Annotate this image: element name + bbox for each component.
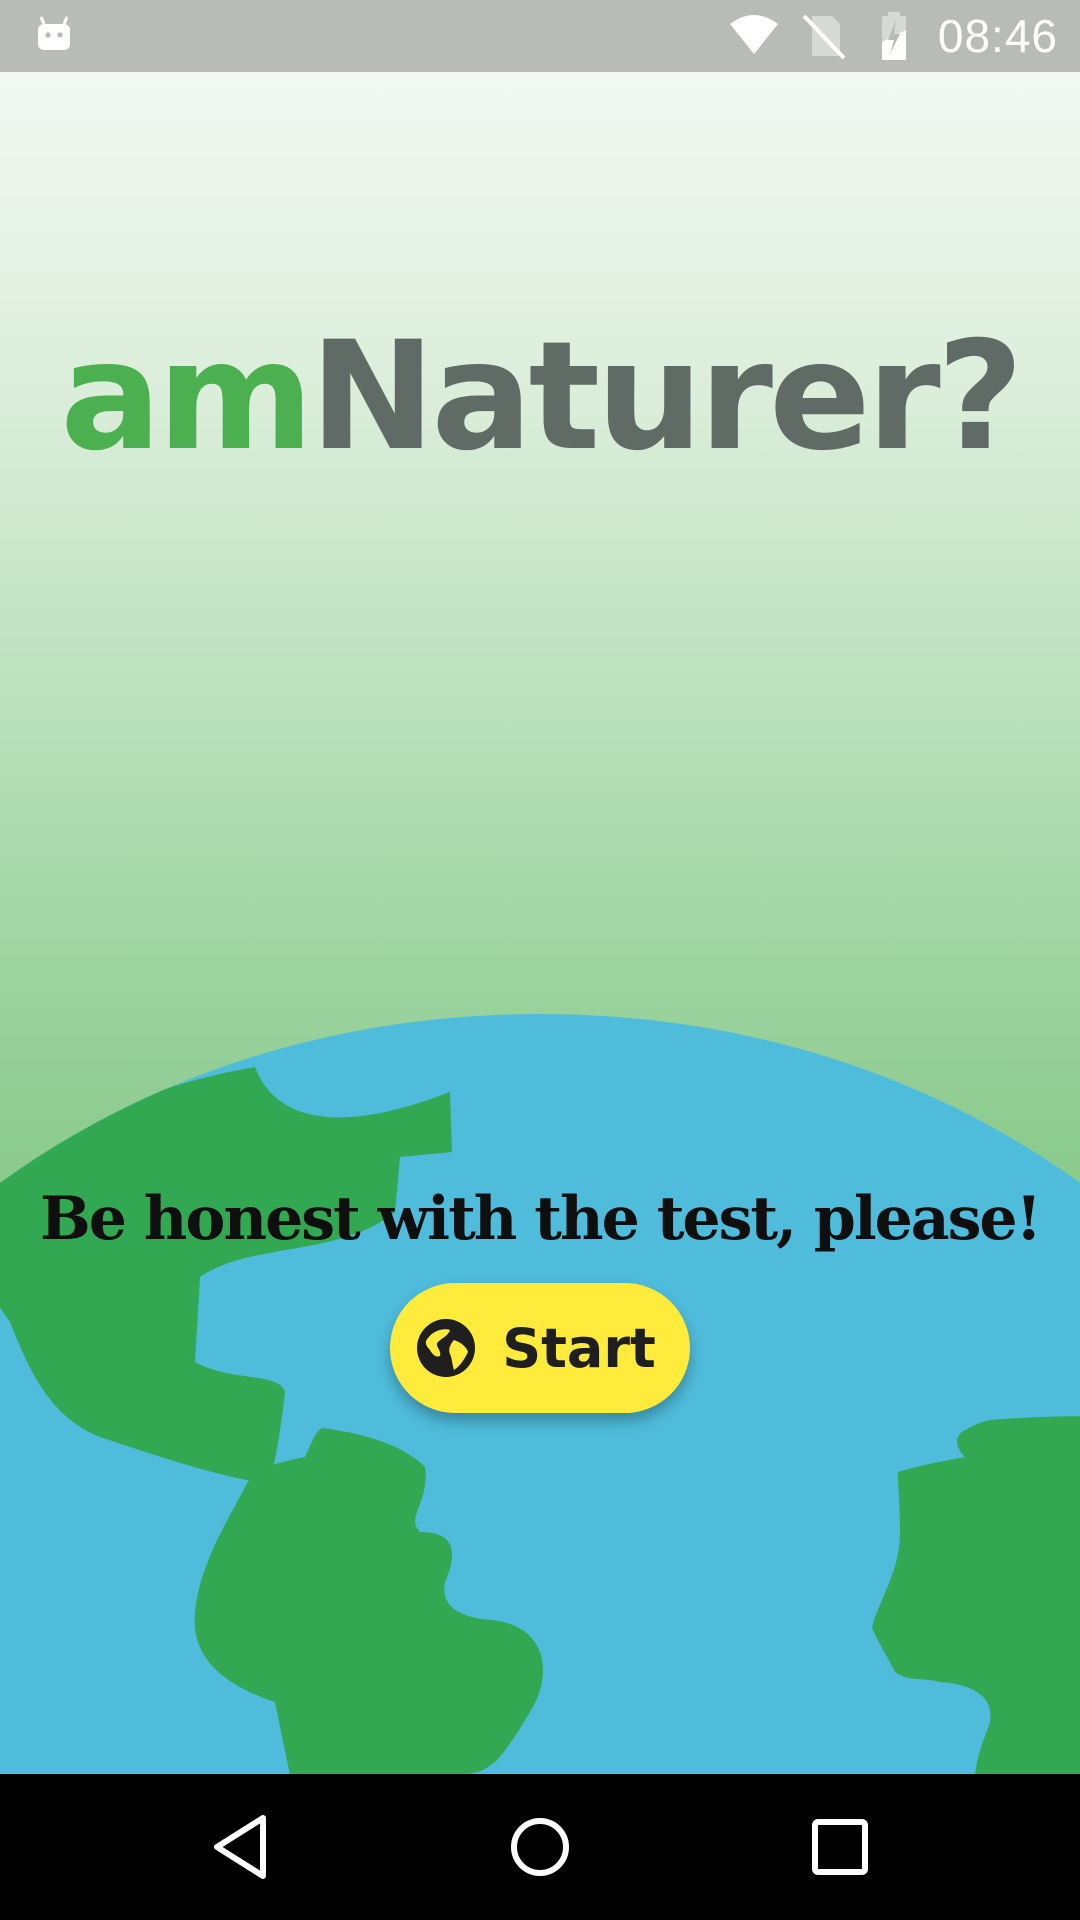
battery-charging-icon [881,12,906,60]
tagline: Be honest with the test, please! [40,1184,1042,1254]
navigation-bar [0,1774,1080,1920]
app-title-accent: am [60,310,314,484]
no-sim-icon [802,14,846,60]
app-title-main: Naturer? [309,310,1024,484]
globe-icon [417,1319,476,1377]
status-time: 08:46 [937,10,1058,62]
status-bar: 08:46 [0,0,1080,72]
android-icon [38,16,70,50]
app-title: amNaturer? [0,322,1080,472]
back-icon[interactable] [195,1802,285,1892]
home-icon[interactable] [495,1802,585,1892]
start-button-label: Start [502,1316,656,1380]
wifi-icon [729,15,778,54]
start-button[interactable]: Start [390,1283,690,1413]
app-area: amNaturer? Be honest with the test, plea… [0,72,1080,1774]
recents-icon[interactable] [795,1802,885,1892]
status-icons: 08:46 [728,0,1058,72]
